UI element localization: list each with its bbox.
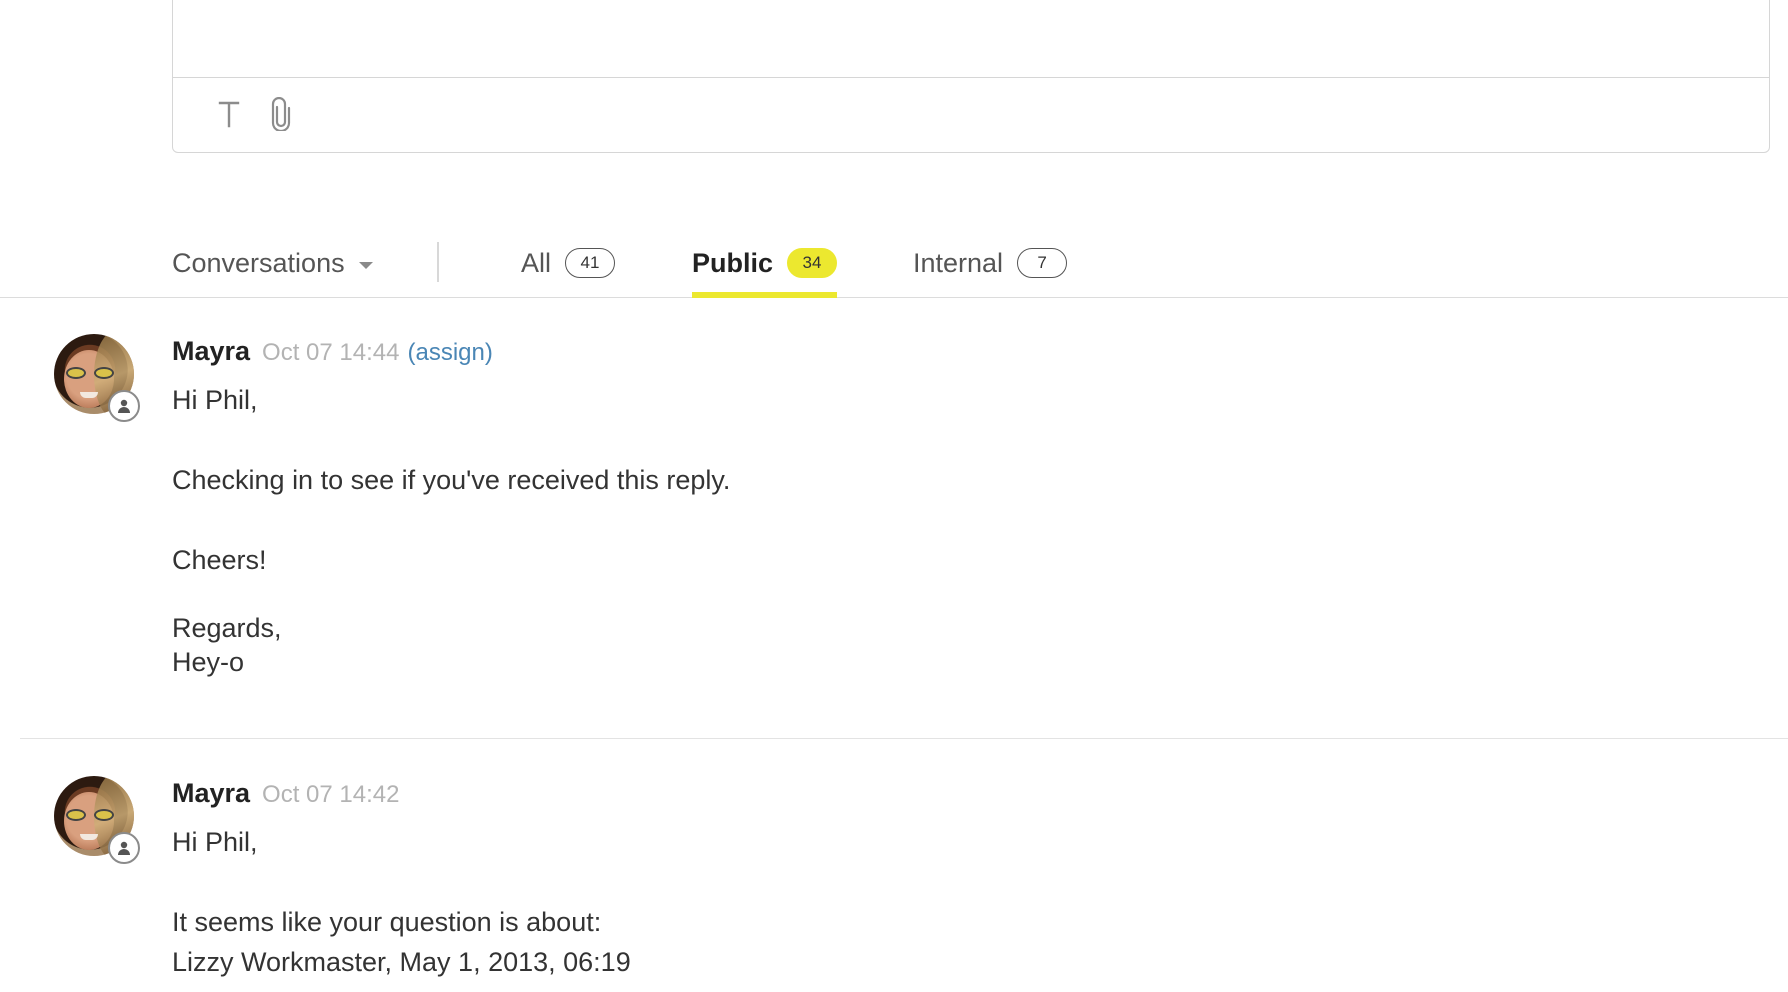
conversation-tabs-bar: Conversations All 41 Public 34 Internal … <box>0 232 1788 298</box>
ticket-conversation-page: Conversations All 41 Public 34 Internal … <box>0 0 1788 992</box>
author-name[interactable]: Mayra <box>172 778 250 809</box>
message-header: Mayra Oct 07 14:42 <box>172 778 399 809</box>
chevron-down-icon <box>358 261 373 269</box>
text-format-icon[interactable] <box>211 94 247 134</box>
tab-all-count-badge: 41 <box>565 248 616 278</box>
message-divider <box>20 738 1788 739</box>
tab-internal-count-badge: 7 <box>1017 248 1068 278</box>
message-body: Hi Phil, It seems like your question is … <box>172 822 1732 982</box>
message-timestamp: Oct 07 14:42 <box>262 781 400 808</box>
message-quote-line: Lizzy Workmaster, May 1, 2013, 06:19 <box>172 947 631 977</box>
tab-divider <box>437 242 439 282</box>
message-header: Mayra Oct 07 14:44 (assign) <box>172 336 493 367</box>
tab-all-label: All <box>521 248 552 278</box>
user-icon <box>108 390 140 422</box>
tab-internal[interactable]: Internal 7 <box>913 246 1068 298</box>
tab-all[interactable]: All 41 <box>521 246 616 298</box>
message-greeting: Hi Phil, <box>172 827 258 857</box>
reply-composer <box>172 0 1770 153</box>
conversation-message: Mayra Oct 07 14:42 Hi Phil, It seems lik… <box>0 741 1788 992</box>
conversation-message: Mayra Oct 07 14:44 (assign) Hi Phil, Che… <box>0 298 1788 740</box>
message-cheers: Cheers! <box>172 545 267 575</box>
message-body: Hi Phil, Checking in to see if you've re… <box>172 380 1732 682</box>
message-greeting: Hi Phil, <box>172 385 258 415</box>
avatar-glasses <box>66 809 114 821</box>
reply-textarea[interactable] <box>173 0 1769 78</box>
tab-public-count-badge: 34 <box>787 248 838 278</box>
composer-toolbar <box>173 78 1769 152</box>
message-timestamp: Oct 07 14:44 <box>262 339 400 366</box>
avatar-glasses <box>66 367 114 379</box>
conversations-dropdown[interactable]: Conversations <box>172 246 373 280</box>
tab-internal-label: Internal <box>913 248 1004 278</box>
assign-link[interactable]: (assign) <box>407 339 492 367</box>
message-signature: Hey-o <box>172 647 245 677</box>
message-line: Checking in to see if you've received th… <box>172 465 731 495</box>
author-name[interactable]: Mayra <box>172 336 250 367</box>
message-line: It seems like your question is about: <box>172 907 602 937</box>
tab-public-label: Public <box>692 248 774 278</box>
conversations-dropdown-label: Conversations <box>172 247 345 278</box>
tab-public[interactable]: Public 34 <box>692 246 838 298</box>
user-icon <box>108 832 140 864</box>
paperclip-icon[interactable] <box>263 94 299 134</box>
